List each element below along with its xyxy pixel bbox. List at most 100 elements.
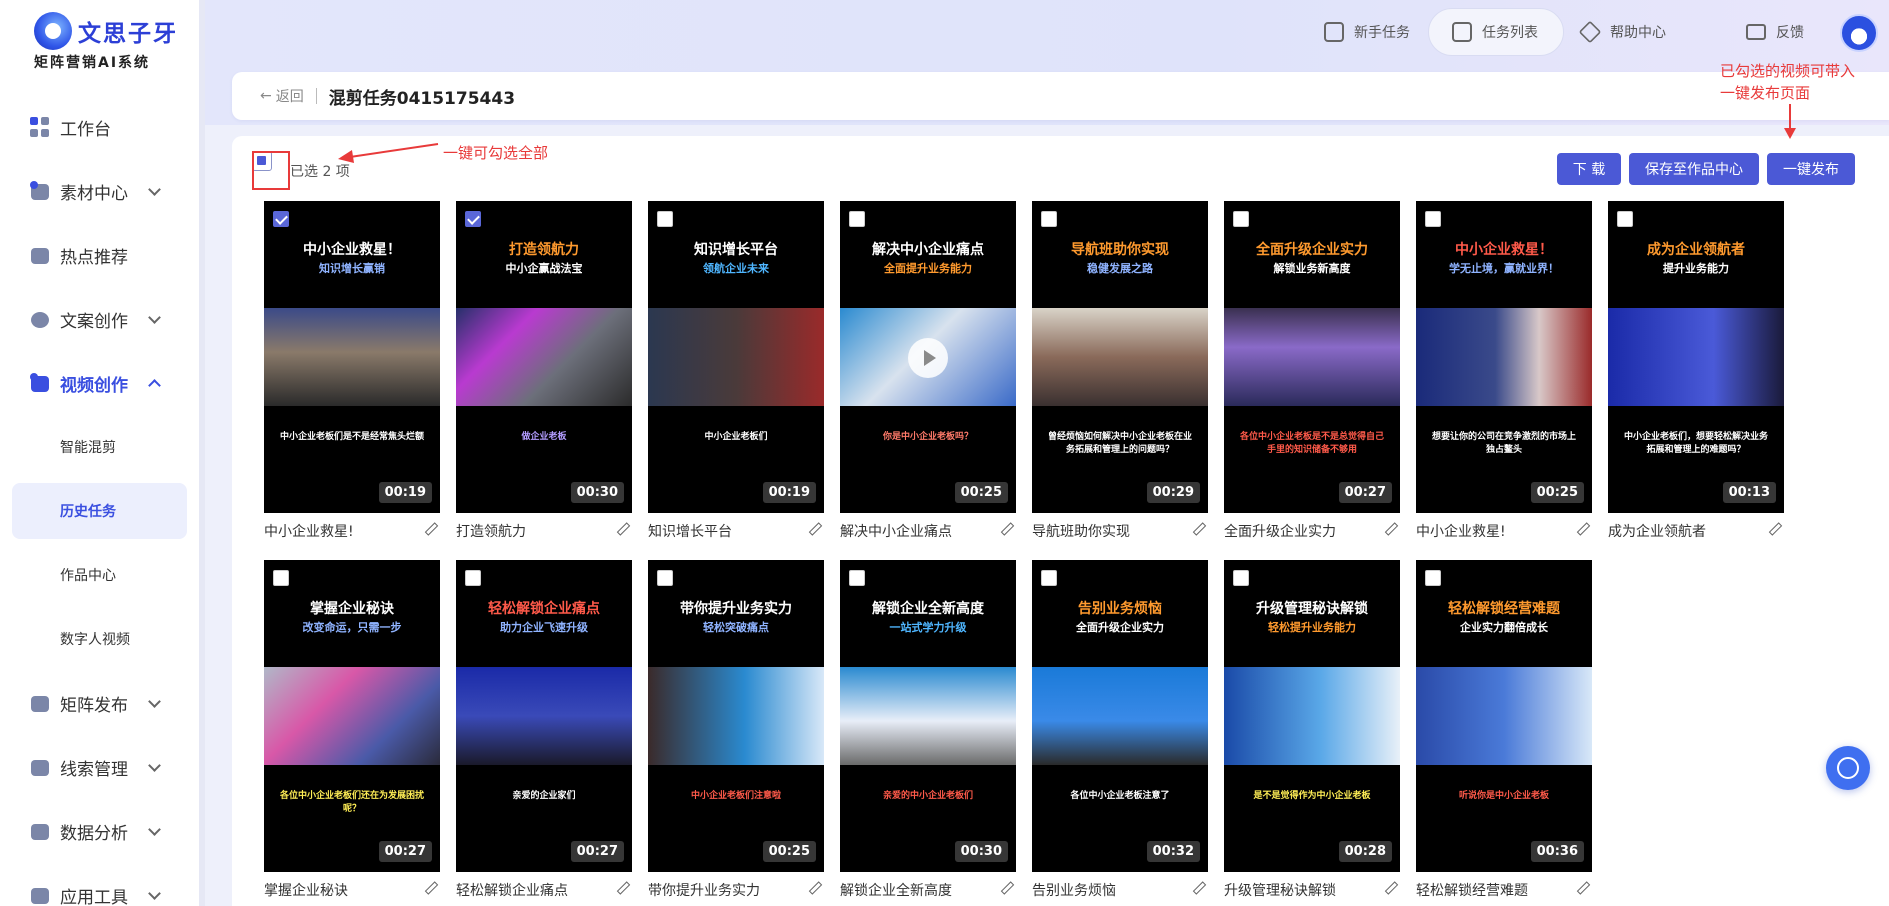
- video-checkbox[interactable]: [1041, 570, 1057, 586]
- sidebar-item-materials[interactable]: 素材中心: [0, 159, 199, 223]
- brand-logo[interactable]: 文思子牙 矩阵营销AI系统: [34, 12, 194, 72]
- video-card[interactable]: 掌握企业秘诀 改变命运，只需一步 各位中小企业老板们还在为发展困扰呢？ 00:27: [264, 560, 440, 872]
- video-card[interactable]: 轻松解锁经营难题 企业实力翻倍成长 听说你是中小企业老板 00:36: [1416, 560, 1592, 872]
- edit-icon[interactable]: [424, 523, 436, 535]
- video-card[interactable]: 中小企业救星！ 知识增长赢销 中小企业老板们是不是经常焦头烂额 00:19: [264, 201, 440, 513]
- edit-icon[interactable]: [808, 882, 820, 894]
- video-card[interactable]: 中小企业救星！ 学无止境，赢就业界！ 想要让你的公司在竞争激烈的市场上独占鳌头 00:…: [1416, 201, 1592, 513]
- edit-icon[interactable]: [1192, 523, 1204, 535]
- edit-icon[interactable]: [1768, 523, 1780, 535]
- video-checkbox[interactable]: [849, 570, 865, 586]
- video-checkbox[interactable]: [657, 211, 673, 227]
- customer-service-icon[interactable]: [1826, 746, 1870, 790]
- chevron-down-icon: [148, 887, 161, 900]
- save-to-works-button[interactable]: 保存至作品中心: [1629, 153, 1759, 185]
- video-caption: 中小企业老板们，想要轻松解决业务拓展和管理上的难题吗？: [1623, 432, 1768, 455]
- video-duration: 00:27: [378, 841, 432, 862]
- video-checkbox[interactable]: [1617, 211, 1633, 227]
- sidebar-item-tools[interactable]: 应用工具: [0, 863, 199, 906]
- video-overlay-subtitle: 提升业务能力: [1663, 262, 1729, 275]
- video-overlay-title: 轻松解锁企业痛点: [488, 601, 600, 617]
- video-card[interactable]: 知识增长平台 领航企业未来 中小企业老板们 00:19: [648, 201, 824, 513]
- download-button[interactable]: 下 载: [1557, 153, 1621, 185]
- video-checkbox[interactable]: [273, 570, 289, 586]
- video-checkbox[interactable]: [1233, 211, 1249, 227]
- chevron-down-icon: [148, 823, 161, 836]
- video-thumbnail: [1224, 667, 1400, 765]
- video-card[interactable]: 解锁企业全新高度 一站式学力升级 亲爱的中小企业老板们 00:30: [840, 560, 1016, 872]
- topbar-feedback[interactable]: 反馈: [1746, 22, 1804, 42]
- sidebar-item-copywriting[interactable]: 文案创作: [0, 287, 199, 351]
- video-checkbox[interactable]: [465, 570, 481, 586]
- page-header: ← 返回 混剪任务0415175443: [232, 72, 1889, 120]
- video-name: 轻松解锁企业痛点: [456, 880, 632, 900]
- video-overlay-subtitle: 全面升级企业实力: [1076, 621, 1164, 634]
- video-checkbox[interactable]: [657, 570, 673, 586]
- sidebar-item-leads[interactable]: 线索管理: [0, 735, 199, 799]
- video-thumbnail: [1032, 308, 1208, 406]
- video-card[interactable]: 带你提升业务实力 轻松突破痛点 中小企业老板们注意啦 00:25: [648, 560, 824, 872]
- sidebar-item-workbench[interactable]: 工作台: [0, 95, 199, 159]
- video-overlay-title: 中小企业救星！: [303, 242, 401, 258]
- sidebar-subitem-smart-mix[interactable]: 智能混剪: [0, 415, 199, 479]
- avatar[interactable]: [1840, 14, 1878, 52]
- video-checkbox[interactable]: [465, 211, 481, 227]
- edit-icon[interactable]: [1000, 882, 1012, 894]
- video-overlay-subtitle: 领航企业未来: [703, 262, 769, 275]
- sidebar-item-matrix-publish[interactable]: 矩阵发布: [0, 671, 199, 735]
- edit-icon[interactable]: [1384, 882, 1396, 894]
- video-checkbox[interactable]: [1041, 211, 1057, 227]
- topbar-task-list[interactable]: 任务列表: [1452, 22, 1538, 42]
- video-name: 成为企业领航者: [1608, 521, 1784, 541]
- video-card[interactable]: 解决中小企业痛点 全面提升业务能力 你是中小企业老板吗？ 00:25: [840, 201, 1016, 513]
- video-card[interactable]: 升级管理秘诀解锁 轻松提升业务能力 是不是觉得作为中小企业老板 00:28: [1224, 560, 1400, 872]
- edit-icon[interactable]: [1576, 523, 1588, 535]
- chevron-down-icon: [148, 759, 161, 772]
- edit-icon[interactable]: [808, 523, 820, 535]
- leads-icon: [30, 757, 50, 777]
- video-caption: 各位中小企业老板注意了: [1070, 791, 1170, 801]
- edit-icon[interactable]: [424, 882, 436, 894]
- video-card[interactable]: 告别业务烦恼 全面升级企业实力 各位中小企业老板注意了 00:32: [1032, 560, 1208, 872]
- play-icon[interactable]: [908, 338, 948, 378]
- sidebar-subitem-works[interactable]: 作品中心: [0, 543, 199, 607]
- sidebar-item-hot[interactable]: 热点推荐: [0, 223, 199, 287]
- topbar-help-center[interactable]: 帮助中心: [1578, 20, 1666, 44]
- one-click-publish-button[interactable]: 一键发布: [1767, 153, 1855, 185]
- video-checkbox[interactable]: [273, 211, 289, 227]
- edit-icon[interactable]: [1192, 882, 1204, 894]
- video-card[interactable]: 全面升级企业实力 解锁业务新高度 各位中小企业老板是不是总觉得自己手里的知识储备不够…: [1224, 201, 1400, 513]
- edit-icon[interactable]: [616, 523, 628, 535]
- video-card[interactable]: 轻松解锁企业痛点 助力企业飞速升级 亲爱的企业家们 00:27: [456, 560, 632, 872]
- video-card[interactable]: 导航班助你实现 稳健发展之路 曾经烦恼如何解决中小企业老板在业务拓展和管理上的问题吗…: [1032, 201, 1208, 513]
- video-checkbox[interactable]: [1425, 570, 1441, 586]
- sidebar-subitem-history[interactable]: 历史任务: [12, 483, 187, 539]
- video-caption: 曾经烦恼如何解决中小企业老板在业务拓展和管理上的问题吗？: [1047, 432, 1192, 455]
- video-overlay-subtitle: 一站式学力升级: [889, 621, 967, 634]
- back-button[interactable]: ← 返回: [260, 86, 304, 106]
- sidebar-item-analytics[interactable]: 数据分析: [0, 799, 199, 863]
- topbar-new-tasks[interactable]: 新手任务: [1324, 22, 1410, 42]
- video-card[interactable]: 成为企业领航者 提升业务能力 中小企业老板们，想要轻松解决业务拓展和管理上的难题吗？…: [1608, 201, 1784, 513]
- edit-icon[interactable]: [1384, 523, 1396, 535]
- chevron-down-icon: [148, 183, 161, 196]
- edit-icon[interactable]: [1576, 882, 1588, 894]
- video-card[interactable]: 打造领航力 中小企赢战法宝 做企业老板 00:30: [456, 201, 632, 513]
- video-checkbox[interactable]: [849, 211, 865, 227]
- arrow-left-icon: ←: [260, 88, 272, 104]
- topbar-label: 新手任务: [1354, 25, 1410, 41]
- video-overlay-subtitle: 稳健发展之路: [1087, 262, 1153, 275]
- video-caption: 听说你是中小企业老板: [1458, 791, 1549, 801]
- sidebar-subitem-digital-human[interactable]: 数字人视频: [0, 607, 199, 671]
- sidebar-item-label: 视频创作: [60, 375, 128, 396]
- edit-icon[interactable]: [616, 882, 628, 894]
- video-thumbnail: [1224, 308, 1400, 406]
- video-duration: 00:32: [1146, 841, 1200, 862]
- sidebar-item-video[interactable]: 视频创作: [0, 351, 199, 415]
- video-name: 解锁企业全新高度: [840, 880, 1016, 900]
- edit-icon[interactable]: [1000, 523, 1012, 535]
- video-checkbox[interactable]: [1233, 570, 1249, 586]
- brand-name: 文思子牙: [78, 21, 178, 47]
- video-caption: 中小企业老板们是不是经常焦头烂额: [279, 432, 424, 442]
- video-checkbox[interactable]: [1425, 211, 1441, 227]
